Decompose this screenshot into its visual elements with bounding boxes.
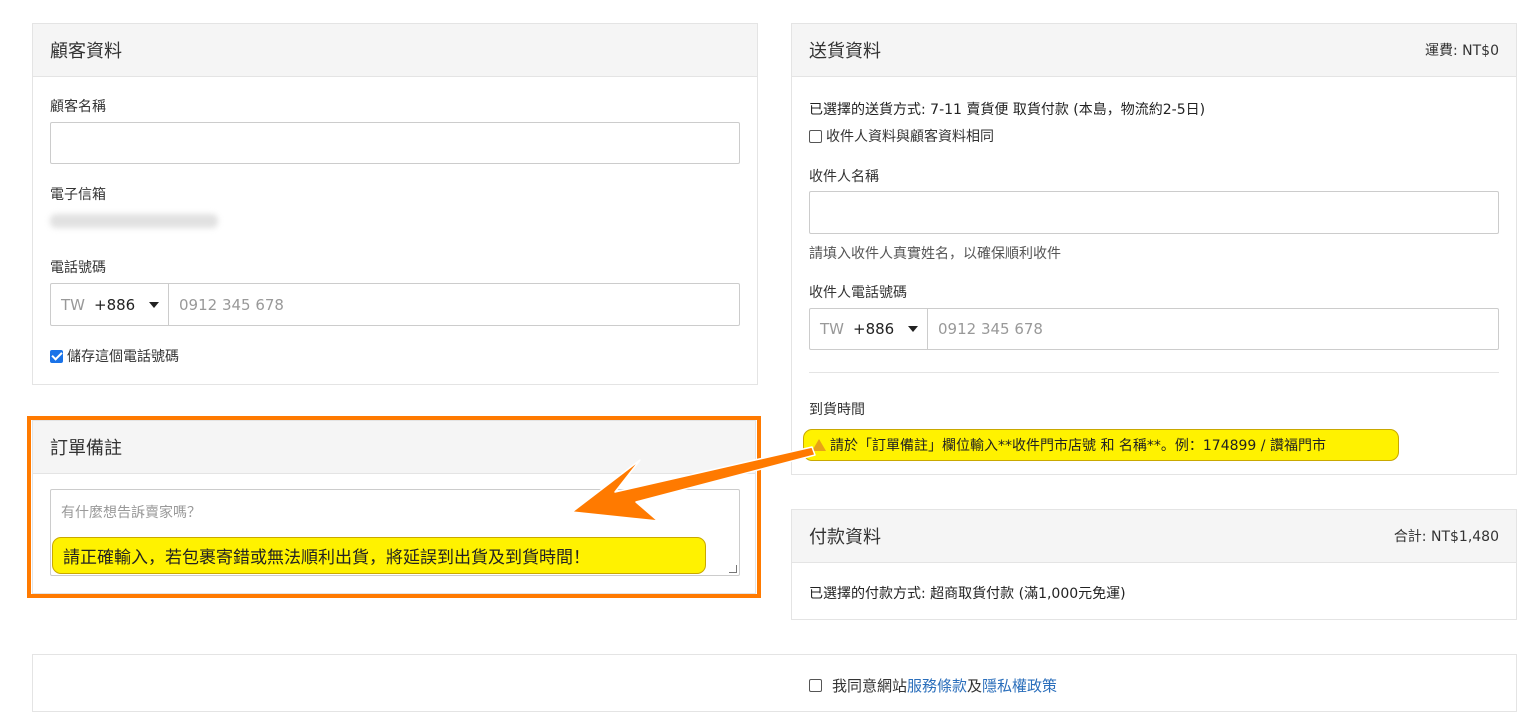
customer-panel: 顧客資料 顧客名稱 電子信箱 電話號碼 TW +886 0912 345 678…	[32, 23, 758, 385]
notes-warning-text: 請正確輸入，若包裹寄錯或無法順利出貨，將延誤到出貨及到貨時間！	[63, 548, 590, 568]
payment-panel-header: 付款資料 合計: NT$1,480	[792, 510, 1516, 563]
resize-handle-icon[interactable]	[729, 565, 737, 573]
payment-panel-title: 付款資料	[809, 527, 881, 548]
country-dial-code: +886	[94, 295, 136, 314]
recipient-name-hint: 請填入收件人真實姓名，以確保順利收件	[809, 246, 1061, 262]
shipping-panel: 送貨資料 運費: NT$0 已選擇的送貨方式: 7-11 賣貨便 取貨付款 (本…	[791, 23, 1517, 475]
shipping-panel-header: 送貨資料 運費: NT$0	[792, 24, 1516, 77]
payment-total: 合計: NT$1,480	[1393, 529, 1499, 545]
customer-email-value-redacted	[50, 214, 218, 228]
recipient-country-code-select[interactable]: TW +886	[810, 309, 928, 349]
checkbox-unchecked-icon[interactable]	[809, 679, 822, 692]
notes-placeholder: 有什麼想告訴賣家嗎？	[61, 505, 201, 521]
recipient-country-iso: TW	[820, 320, 844, 338]
checkbox-checked-icon[interactable]	[50, 349, 63, 363]
notes-warning-callout: 請正確輸入，若包裹寄錯或無法順利出貨，將延誤到出貨及到貨時間！	[52, 537, 706, 574]
recipient-name-input[interactable]	[809, 191, 1499, 234]
shipping-panel-title: 送貨資料	[809, 41, 881, 62]
arrival-time-label: 到貨時間	[809, 402, 865, 418]
customer-name-input[interactable]	[50, 122, 740, 164]
shipping-divider	[809, 372, 1499, 373]
arrival-notice-text: 請於「訂單備註」欄位輸入**收件門市店號 和 名稱**。例：174899 / 讚…	[830, 438, 1326, 454]
save-phone-label: 儲存這個電話號碼	[67, 349, 179, 365]
notes-panel-title: 訂單備註	[50, 438, 122, 459]
customer-email-label: 電子信箱	[50, 187, 106, 203]
country-iso: TW	[61, 295, 85, 314]
recipient-country-dial-code: +886	[853, 320, 895, 338]
shipping-fee: 運費: NT$0	[1424, 43, 1499, 59]
same-as-customer-checkbox[interactable]: 收件人資料與顧客資料相同	[809, 126, 994, 146]
country-code-select[interactable]: TW +886	[51, 284, 169, 325]
terms-link[interactable]: 服務條款	[907, 675, 967, 696]
customer-phone-label: 電話號碼	[50, 260, 106, 276]
customer-panel-title: 顧客資料	[50, 41, 122, 62]
customer-phone-field: TW +886 0912 345 678	[50, 283, 740, 326]
recipient-phone-field: TW +886 0912 345 678	[809, 308, 1499, 350]
recipient-phone-label: 收件人電話號碼	[809, 285, 907, 301]
chevron-down-icon	[149, 301, 160, 308]
privacy-link[interactable]: 隱私權政策	[982, 675, 1057, 696]
checkbox-unchecked-icon[interactable]	[809, 129, 822, 143]
agreement-checkbox[interactable]: 我同意網站 服務條款 及 隱私權政策	[809, 675, 1057, 696]
customer-phone-input[interactable]: 0912 345 678	[169, 296, 284, 314]
agreement-panel: 我同意網站 服務條款 及 隱私權政策	[32, 654, 1517, 712]
save-phone-checkbox[interactable]: 儲存這個電話號碼	[50, 346, 179, 366]
same-as-customer-label: 收件人資料與顧客資料相同	[826, 129, 994, 145]
payment-panel: 付款資料 合計: NT$1,480 已選擇的付款方式: 超商取貨付款 (滿1,0…	[791, 509, 1517, 620]
recipient-phone-input[interactable]: 0912 345 678	[928, 320, 1043, 338]
notes-panel-header: 訂單備註	[33, 421, 755, 474]
customer-panel-header: 顧客資料	[33, 24, 757, 77]
notes-panel: 訂單備註 有什麼想告訴賣家嗎？ 請正確輸入，若包裹寄錯或無法順利出貨，將延誤到出…	[32, 420, 756, 594]
agreement-and: 及	[967, 677, 983, 695]
chevron-down-icon	[908, 326, 919, 332]
customer-name-label: 顧客名稱	[50, 99, 106, 115]
shipping-method-text: 已選擇的送貨方式: 7-11 賣貨便 取貨付款 (本島，物流約2-5日)	[809, 102, 1206, 118]
agreement-prefix: 我同意網站	[832, 677, 908, 695]
arrival-notice-callout: 請於「訂單備註」欄位輸入**收件門市店號 和 名稱**。例：174899 / 讚…	[803, 429, 1399, 461]
payment-method-text: 已選擇的付款方式: 超商取貨付款 (滿1,000元免運)	[809, 586, 1126, 602]
warning-icon	[812, 439, 826, 451]
recipient-name-label: 收件人名稱	[809, 169, 879, 185]
